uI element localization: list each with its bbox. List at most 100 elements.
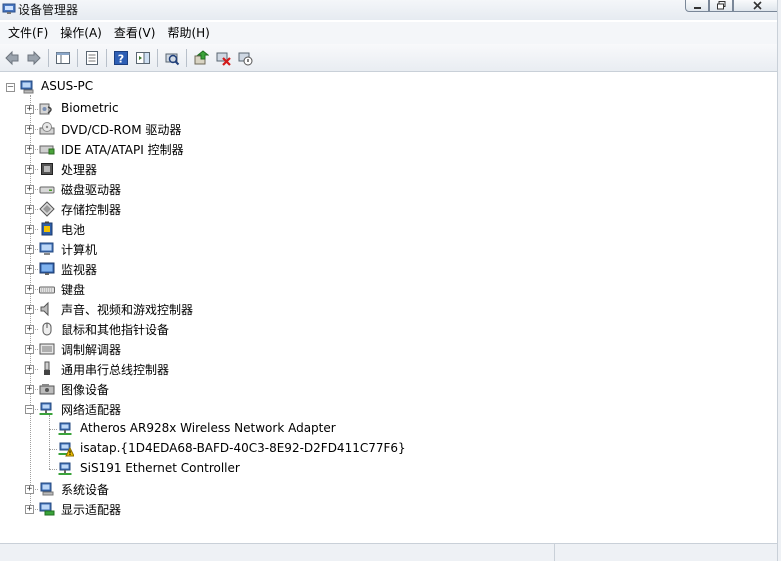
biometric-icon (39, 103, 52, 115)
uninstall-button[interactable] (212, 47, 234, 69)
minimize-button[interactable] (685, 0, 709, 12)
category-label[interactable]: IDE ATA/ATAPI 控制器 (61, 141, 184, 158)
category-label[interactable]: 调制解调器 (61, 341, 121, 358)
restore-icon (716, 0, 725, 9)
category-expander[interactable]: + (25, 365, 34, 374)
category-label[interactable]: 声音、视频和游戏控制器 (61, 301, 193, 318)
modem-icon (39, 343, 55, 355)
category-expander[interactable]: + (25, 385, 34, 394)
menu-action[interactable]: 操作(A) (54, 23, 108, 43)
uninstall-icon (216, 52, 231, 66)
menu-view[interactable]: 查看(V) (108, 23, 162, 43)
tree-root-label[interactable]: ASUS-PC (41, 79, 93, 93)
properties-button[interactable] (81, 47, 103, 69)
category-expander[interactable]: + (25, 225, 34, 234)
tree-line (30, 95, 31, 507)
category-label[interactable]: 系统设备 (61, 481, 109, 498)
usb-icon (44, 361, 50, 375)
category-expander[interactable]: + (25, 245, 34, 254)
keyboard-icon (39, 286, 55, 294)
category-expander[interactable]: + (25, 205, 34, 214)
update-driver-button[interactable] (190, 47, 212, 69)
scan-hardware-button[interactable] (161, 47, 183, 69)
imaging-icon (39, 384, 55, 395)
menu-help[interactable]: 帮助(H) (161, 23, 215, 43)
device-tree: – ASUS-PC + Biometric + DVD/CD-ROM 驱动器 + IDE … (0, 73, 777, 543)
toolbar: ? (0, 44, 781, 72)
device-label[interactable]: isatap.{1D4EDA68-BAFD-40C3-8E92-D2FD411C… (80, 441, 406, 455)
forward-button[interactable] (23, 47, 45, 69)
category-label[interactable]: DVD/CD-ROM 驱动器 (61, 121, 181, 138)
category-label[interactable]: 电池 (61, 221, 85, 238)
category-expander[interactable]: + (25, 345, 34, 354)
category-expander[interactable]: + (25, 265, 34, 274)
category-expander[interactable]: + (25, 305, 34, 314)
category-label[interactable]: 磁盘驱动器 (61, 181, 121, 198)
scan-hardware-icon (165, 53, 180, 65)
menu-bar: 文件(F) 操作(A) 查看(V) 帮助(H) (0, 22, 781, 44)
category-label[interactable]: 监视器 (61, 261, 97, 278)
network-card-icon (58, 422, 72, 435)
computer-icon (39, 242, 54, 255)
toolbar-separator (106, 48, 107, 67)
processor-icon (41, 163, 53, 175)
category-expander[interactable]: + (25, 185, 34, 194)
category-label[interactable]: 鼠标和其他指针设备 (61, 321, 169, 338)
category-expander[interactable]: – (25, 405, 34, 414)
properties-icon (86, 50, 98, 65)
network-adapter-icon (39, 402, 53, 415)
category-label[interactable]: 计算机 (61, 241, 97, 258)
back-arrow-icon (5, 50, 19, 65)
tree-line (49, 449, 57, 450)
category-expander[interactable]: + (25, 325, 34, 334)
device-label[interactable]: Atheros AR928x Wireless Network Adapter (80, 421, 336, 435)
system-device-icon (40, 482, 54, 496)
close-icon (752, 0, 762, 10)
battery-icon (41, 221, 53, 236)
category-label[interactable]: 显示适配器 (61, 501, 121, 518)
category-label[interactable]: 处理器 (61, 161, 97, 178)
category-expander[interactable]: + (25, 165, 34, 174)
back-button[interactable] (1, 47, 23, 69)
category-label[interactable]: 键盘 (61, 281, 85, 298)
toolbar-separator (186, 48, 187, 67)
status-bar (0, 543, 777, 561)
category-label[interactable]: 图像设备 (61, 381, 109, 398)
tree-line (49, 415, 50, 469)
disk-drive-icon (39, 186, 55, 194)
storage-controller-icon (39, 201, 55, 217)
window-right-edge (777, 0, 781, 561)
category-expander[interactable]: + (25, 505, 34, 514)
help-button[interactable]: ? (110, 47, 132, 69)
category-expander[interactable]: + (25, 145, 34, 154)
category-label[interactable]: 存储控制器 (61, 201, 121, 218)
help-icon: ? (114, 50, 128, 65)
category-label[interactable]: Biometric (61, 101, 119, 115)
forward-arrow-icon (27, 50, 41, 65)
category-expander[interactable]: + (25, 485, 34, 494)
toolbar-separator (157, 48, 158, 67)
close-button[interactable] (733, 0, 781, 12)
root-expander[interactable]: – (6, 83, 15, 92)
console-tree-icon (56, 51, 70, 64)
action-pane-button[interactable] (132, 47, 154, 69)
category-expander[interactable]: + (25, 105, 34, 114)
computer-root-icon (20, 80, 34, 94)
title-bar: 设备管理器 (0, 0, 781, 20)
update-driver-icon (194, 49, 209, 64)
category-expander[interactable]: + (25, 125, 34, 134)
category-label[interactable]: 网络适配器 (61, 401, 121, 418)
console-tree-button[interactable] (52, 47, 74, 69)
svg-text:?: ? (118, 52, 124, 65)
menu-file[interactable]: 文件(F) (2, 23, 54, 43)
maximize-button[interactable] (709, 0, 733, 12)
category-expander[interactable]: + (25, 285, 34, 294)
display-adapter-icon (39, 502, 55, 516)
disable-button[interactable] (234, 47, 256, 69)
monitor-icon (39, 262, 55, 275)
device-label[interactable]: SiS191 Ethernet Controller (80, 461, 240, 475)
status-cell (554, 544, 777, 561)
disable-icon (238, 52, 253, 65)
tree-line (49, 469, 57, 470)
category-label[interactable]: 通用串行总线控制器 (61, 361, 169, 378)
